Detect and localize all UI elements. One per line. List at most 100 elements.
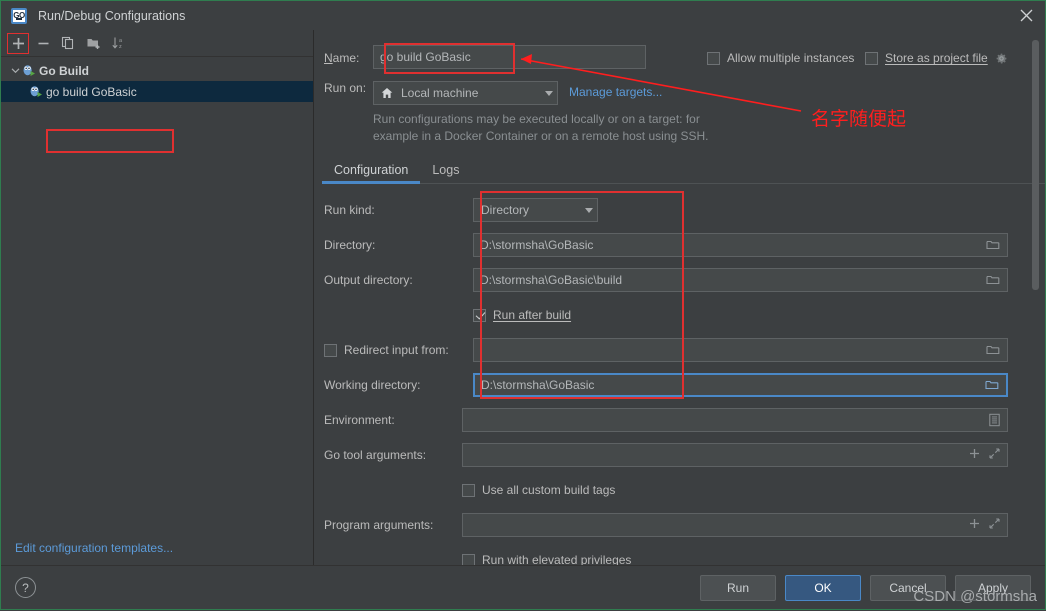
add-button[interactable] bbox=[7, 32, 29, 54]
name-input[interactable]: go build GoBasic bbox=[373, 45, 646, 69]
go-tool-arguments-input[interactable] bbox=[462, 443, 1008, 467]
footer-buttons: Run OK Cancel Apply bbox=[700, 574, 1031, 601]
run-on-label-text: Run on: bbox=[324, 81, 367, 95]
copy-icon[interactable] bbox=[57, 33, 79, 54]
form-row-program-arguments: Program arguments: bbox=[314, 510, 1045, 545]
checkbox-box bbox=[865, 51, 878, 65]
program-arguments-label: Program arguments: bbox=[324, 518, 434, 532]
form-row-environment: Environment: bbox=[314, 405, 1045, 440]
help-icon[interactable]: ? bbox=[15, 577, 36, 598]
run-on-select[interactable]: Local machine bbox=[373, 81, 558, 105]
name-input-value: go build GoBasic bbox=[380, 50, 471, 64]
expand-editor-icon[interactable] bbox=[989, 518, 1000, 532]
manage-targets-link[interactable]: Manage targets... bbox=[569, 85, 662, 99]
use-all-custom-build-tags-checkbox[interactable]: Use all custom build tags bbox=[462, 483, 615, 497]
allow-multiple-instances-checkbox[interactable]: Allow multiple instances bbox=[707, 51, 854, 65]
go-logo-icon: GO bbox=[11, 7, 27, 24]
directory-value: D:\stormsha\GoBasic bbox=[480, 238, 594, 252]
run-on-label: Run on: bbox=[324, 81, 366, 95]
go-build-icon bbox=[22, 64, 36, 78]
editor-scrollbar-track[interactable] bbox=[1032, 30, 1039, 565]
browse-folder-icon[interactable] bbox=[986, 239, 1000, 251]
working-directory-value: D:\stormsha\GoBasic bbox=[481, 378, 595, 392]
checkbox-box bbox=[462, 483, 475, 497]
cancel-button[interactable]: Cancel bbox=[870, 574, 946, 601]
home-icon bbox=[381, 87, 393, 99]
redirect-input-from-label: Redirect input from: bbox=[344, 343, 449, 357]
close-icon[interactable] bbox=[1007, 1, 1045, 30]
tab-logs[interactable]: Logs bbox=[420, 163, 471, 183]
environment-input[interactable] bbox=[462, 408, 1008, 432]
edit-configuration-templates-link[interactable]: Edit configuration templates... bbox=[1, 531, 313, 565]
redirect-input-from-input[interactable] bbox=[473, 338, 1008, 362]
browse-folder-icon[interactable] bbox=[986, 274, 1000, 286]
run-kind-label: Run kind: bbox=[324, 203, 375, 217]
directory-label: Directory: bbox=[324, 238, 376, 252]
run-debug-configurations-dialog: GO Run/Debug Configurations a z Go Build… bbox=[0, 0, 1046, 610]
annotation-callout-text: 名字随便起 bbox=[811, 109, 907, 130]
dialog-footer: ? Run OK Cancel Apply CSDN @stormsha bbox=[1, 565, 1045, 609]
redirect-input-from-checkbox[interactable]: Redirect input from: bbox=[324, 343, 449, 357]
directory-input[interactable]: D:\stormsha\GoBasic bbox=[473, 233, 1008, 257]
working-directory-input[interactable]: D:\stormsha\GoBasic bbox=[473, 373, 1008, 397]
run-kind-value: Directory bbox=[481, 203, 530, 217]
run-on-value: Local machine bbox=[401, 86, 479, 100]
tab-configuration[interactable]: Configuration bbox=[322, 163, 421, 184]
ok-button[interactable]: OK bbox=[785, 574, 861, 601]
apply-button[interactable]: Apply bbox=[955, 574, 1031, 601]
output-directory-value: D:\stormsha\GoBasic\build bbox=[480, 273, 623, 287]
insert-macro-icon[interactable] bbox=[969, 448, 980, 462]
configurations-tree: Go Build go build GoBasic bbox=[1, 57, 313, 531]
environment-label: Environment: bbox=[324, 413, 395, 427]
working-directory-label: Working directory: bbox=[324, 378, 421, 392]
output-directory-input[interactable]: D:\stormsha\GoBasic\build bbox=[473, 268, 1008, 292]
store-as-project-file-label: Store as project file bbox=[885, 51, 988, 65]
configuration-editor-pane: Name: go build GoBasic Allow multiple in… bbox=[314, 30, 1045, 567]
form-row-directory: Directory: D:\stormsha\GoBasic bbox=[314, 230, 1045, 265]
name-label: Name: bbox=[324, 51, 360, 65]
run-after-build-label: Run after build bbox=[493, 308, 572, 322]
run-kind-select[interactable]: Directory bbox=[473, 198, 598, 222]
gear-icon[interactable] bbox=[995, 52, 1008, 65]
remove-button[interactable] bbox=[32, 33, 54, 54]
form-row-redirect-input: Redirect input from: bbox=[314, 335, 1045, 370]
program-arguments-input[interactable] bbox=[462, 513, 1008, 537]
chevron-down-icon[interactable] bbox=[9, 64, 22, 77]
use-all-custom-build-tags-label: Use all custom build tags bbox=[482, 483, 616, 497]
configuration-form: Run kind: Directory Directory: D:\storms… bbox=[314, 195, 1045, 580]
environment-variables-icon[interactable] bbox=[989, 413, 1000, 427]
store-as-project-file-group: Store as project file bbox=[865, 51, 1008, 65]
form-row-working-directory: Working directory: D:\stormsha\GoBasic bbox=[314, 370, 1045, 405]
browse-folder-icon[interactable] bbox=[986, 344, 1000, 356]
sort-alphabetically-icon[interactable]: a z bbox=[107, 33, 129, 54]
folder-add-icon[interactable] bbox=[82, 33, 104, 54]
tree-item-go-build-gobasic[interactable]: go build GoBasic bbox=[1, 81, 313, 102]
annotation-box-tree-item bbox=[46, 129, 174, 153]
go-tool-arguments-label: Go tool arguments: bbox=[324, 448, 427, 462]
run-button[interactable]: Run bbox=[700, 574, 776, 601]
expand-editor-icon[interactable] bbox=[989, 448, 1000, 462]
form-row-run-after-build: Run after build bbox=[314, 300, 1045, 335]
checkbox-box bbox=[324, 343, 337, 357]
editor-scrollbar-thumb[interactable] bbox=[1032, 40, 1039, 290]
editor-tabs: Configuration Logs bbox=[322, 158, 1045, 184]
list-toolbar: a z bbox=[1, 30, 313, 57]
chevron-down-icon bbox=[585, 207, 593, 213]
configurations-list-pane: a z Go Build go build GoBasic Edit confi… bbox=[1, 30, 314, 565]
title-bar: GO Run/Debug Configurations bbox=[1, 1, 1045, 30]
hint-line-2: example in a Docker Container or on a re… bbox=[373, 129, 709, 143]
browse-folder-icon[interactable] bbox=[985, 379, 999, 391]
form-row-build-tags: Use all custom build tags bbox=[314, 475, 1045, 510]
form-row-output-directory: Output directory: D:\stormsha\GoBasic\bu… bbox=[314, 265, 1045, 300]
run-after-build-checkbox[interactable]: Run after build bbox=[473, 308, 571, 322]
store-as-project-file-checkbox[interactable]: Store as project file bbox=[865, 51, 988, 65]
tree-group-label: Go Build bbox=[39, 63, 89, 78]
insert-macro-icon[interactable] bbox=[969, 518, 980, 532]
svg-text:z: z bbox=[119, 44, 122, 50]
chevron-down-icon bbox=[545, 90, 553, 96]
program-arguments-actions bbox=[969, 518, 1000, 532]
tree-group-go-build[interactable]: Go Build bbox=[1, 60, 313, 81]
run-on-hint: Run configurations may be executed local… bbox=[373, 111, 793, 145]
tree-item-label: go build GoBasic bbox=[46, 84, 137, 99]
form-row-go-tool-arguments: Go tool arguments: bbox=[314, 440, 1045, 475]
